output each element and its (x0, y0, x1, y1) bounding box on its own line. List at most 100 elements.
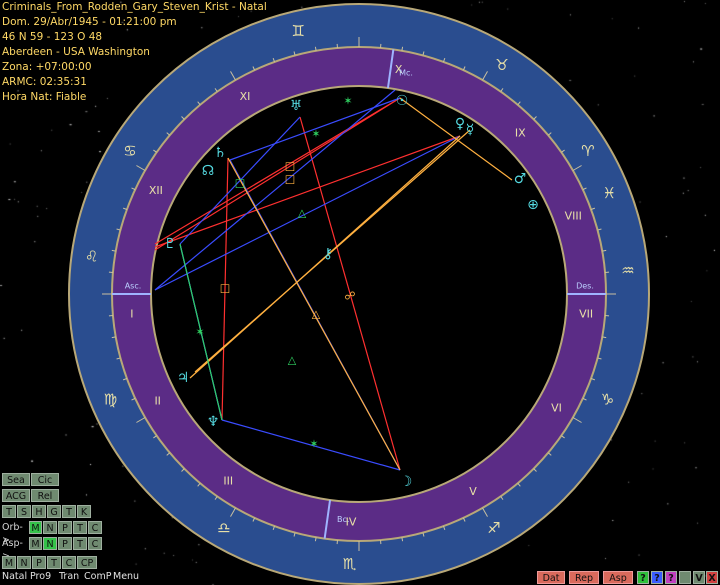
degree-tick (602, 336, 607, 339)
asp-n-button[interactable]: N (43, 537, 57, 550)
menu-tran[interactable]: Tran (59, 571, 79, 582)
asp-label: Asp-> (2, 538, 23, 562)
aspect-tri-icon: △ (298, 207, 307, 220)
aspect-opp-icon: ☍ (344, 290, 355, 303)
g-button[interactable]: G (47, 505, 61, 518)
birth-coordinates: 46 N 59 - 123 O 48 (2, 31, 103, 43)
armc-value: ARMC: 02:35:31 (2, 76, 87, 88)
orb-t-button[interactable]: T (73, 521, 87, 534)
s-button[interactable]: S (17, 505, 31, 518)
sea-button[interactable]: Sea (2, 473, 30, 486)
v-button[interactable]: V (693, 571, 705, 584)
close-icon[interactable]: X (706, 571, 718, 584)
degree-tick (111, 249, 116, 252)
house-9-label: IX (515, 126, 526, 139)
cic-button[interactable]: Cic (31, 473, 59, 486)
parte-fortuna-planet-icon[interactable]: ⊕ (527, 197, 539, 213)
rel-button[interactable]: Rel (31, 489, 59, 502)
aspect-sext-icon: ✶ (343, 95, 352, 108)
t3-button[interactable]: T (47, 556, 61, 569)
house-12-label: XII (149, 184, 163, 197)
degree-tick (314, 537, 317, 542)
rep-button[interactable]: Rep (569, 571, 599, 584)
sign-2-icon: ♊ (292, 22, 305, 40)
aspect-sext-icon: ✶ (311, 128, 320, 141)
p-button[interactable]: P (32, 556, 46, 569)
luna-planet-icon[interactable]: ☽ (400, 474, 413, 490)
neptuno-planet-icon[interactable]: ♆ (207, 414, 220, 430)
dat-button[interactable]: Dat (537, 571, 565, 584)
asp-m-button[interactable]: M (29, 537, 42, 550)
sign-1-icon: ♉ (495, 56, 508, 74)
c-button[interactable]: C (62, 556, 76, 569)
time-zone: Zona: +07:00:00 (2, 61, 92, 73)
house-3-label: III (223, 474, 233, 487)
menu-menu[interactable]: Menu (113, 571, 139, 582)
menu-natal[interactable]: Natal (2, 571, 27, 582)
asp-p-button[interactable]: P (58, 537, 72, 550)
ascendant-label: Asc. (125, 282, 142, 291)
orb-c-button[interactable]: C (88, 521, 102, 534)
house-1-label: I (130, 307, 133, 320)
help-magenta-icon[interactable]: ? (665, 571, 677, 584)
birth-place: Aberdeen - USA Washington (2, 46, 150, 58)
sign-0-icon: ♈ (581, 142, 594, 160)
pluton-planet-icon[interactable]: ♇ (164, 236, 177, 252)
help-icon[interactable]: ? (637, 571, 649, 584)
n-button[interactable]: N (17, 556, 31, 569)
orb-n-button[interactable]: N (43, 521, 57, 534)
imum-coeli-label: Bc. (337, 515, 349, 524)
t2-button[interactable]: T (62, 505, 76, 518)
jupiter-planet-icon[interactable]: ♃ (177, 370, 190, 386)
sign-6-icon: ♎ (217, 519, 230, 537)
degree-tick (111, 336, 116, 339)
aspect-sext-icon: ✶ (195, 326, 204, 339)
color-swatch-icon[interactable] (679, 571, 691, 584)
k-button[interactable]: K (77, 505, 91, 518)
asp-c-button[interactable]: C (88, 537, 102, 550)
help-blue-icon[interactable]: ? (651, 571, 663, 584)
orb-p-button[interactable]: P (58, 521, 72, 534)
sign-9-icon: ♑ (601, 390, 614, 408)
asp-button[interactable]: Asp (603, 571, 633, 584)
acg-button[interactable]: ACG (2, 489, 30, 502)
m-button[interactable]: M (2, 556, 16, 569)
quiron-planet-icon[interactable]: ⚷ (323, 246, 333, 262)
sign-8-icon: ♐ (487, 519, 500, 537)
urano-planet-icon[interactable]: ♅ (290, 98, 303, 114)
marte-planet-icon[interactable]: ♂ (514, 171, 527, 187)
house-5-label: V (469, 485, 477, 498)
degree-tick (401, 537, 404, 542)
aspect-tri-icon: △ (288, 354, 297, 367)
mercurio-planet-icon[interactable]: ☿ (466, 122, 475, 138)
aspect-sq-icon: □ (285, 160, 295, 173)
house-11-label: XI (240, 90, 251, 103)
sign-3-icon: ♋ (123, 142, 136, 160)
house-7-label: VII (579, 307, 593, 320)
cp-button[interactable]: CP (77, 556, 97, 569)
house-6-label: VI (551, 402, 562, 415)
natal-chart-wheel[interactable]: ♈♉♊♋♌♍♎♏♐♑♒♓IIIIIIIVVVIVIIVIIIIXXXIXIIAs… (0, 0, 720, 585)
t-button[interactable]: T (2, 505, 16, 518)
aspect-sq-icon: □ (285, 173, 295, 186)
venus-planet-icon[interactable]: ♀ (455, 116, 465, 132)
aspect-tri-icon: △ (312, 308, 321, 321)
nodo-planet-icon[interactable]: ☊ (202, 163, 214, 179)
menu-pro9[interactable]: Pro9 (30, 571, 51, 582)
time-reliability: Hora Nat: Fiable (2, 91, 87, 103)
orb-m-button[interactable]: M (29, 521, 42, 534)
degree-tick (401, 46, 404, 51)
midheaven-label: Mc. (399, 68, 413, 77)
birth-date: Dom. 29/Abr/1945 - 01:21:00 pm (2, 16, 177, 28)
asp-t-button[interactable]: T (73, 537, 87, 550)
orb-label: Orb-> (2, 522, 23, 546)
sign-7-icon: ♏ (343, 555, 357, 573)
sign-11-icon: ♓ (603, 184, 616, 202)
menu-comp[interactable]: ComP (84, 571, 111, 582)
degree-tick (602, 249, 607, 252)
house-8-label: VIII (565, 210, 582, 223)
aspect-sq-icon: □ (235, 177, 245, 190)
sol-planet-icon[interactable]: ☉ (396, 93, 409, 109)
saturno-planet-icon[interactable]: ♄ (214, 145, 227, 161)
h-button[interactable]: H (32, 505, 46, 518)
